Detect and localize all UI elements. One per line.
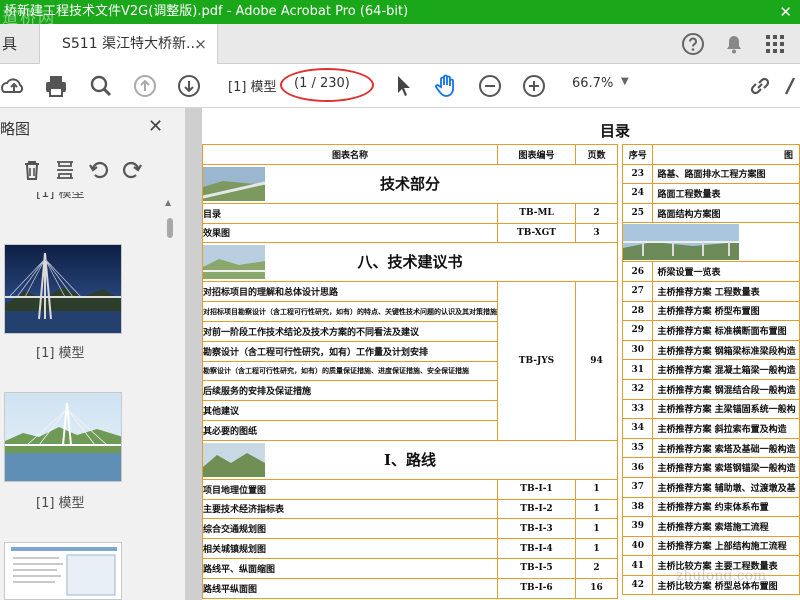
header-no: 序号 [621,144,654,165]
merged-code-cell: TB-JYS [497,281,576,441]
bell-icon[interactable] [721,31,747,57]
toc-table-right: 序号 图 23 路基、路面排水工程方案图 24 路面工程数量表 25 路面结构方案图 … [621,144,800,596]
window-title-bar: 桥新建工程技术文件V2G(调整版).pdf - Adobe Acrobat Pr… [0,0,800,24]
window-close-button[interactable]: ✕ [779,0,792,24]
section-row: 八、技术建议书 [202,242,618,283]
find-zoom-icon[interactable] [87,72,115,100]
page-thumbnail-2[interactable] [4,392,122,482]
thumbnail-label-1: [1] 模型 [36,346,85,361]
tab-tools[interactable]: 具 [0,24,40,64]
thumbnail-label-2: [1] 模型 [36,496,85,511]
section-title: 技术部分 [379,174,440,193]
table-row: 33 主桥推荐方案 主梁锚固系统一般构 [621,398,800,420]
table-header-row: 图表名称 图表编号 页数 [202,144,618,165]
toc-title: 目录 [600,122,631,140]
table-row: 34 主桥推荐方案 斜拉索布置及构造 [621,418,800,439]
tab-close-button[interactable]: × [194,24,207,64]
table-row: 36 主桥推荐方案 索塔钢锚梁一般构造 [621,457,800,478]
table-row: 35 主桥推荐方案 索塔及基础一般构造 [621,437,800,459]
zoom-level[interactable]: 66.7% [572,76,613,91]
table-row: 项目地理位置图 TB-I-1 1 [202,478,618,500]
document-thumbnail-image-3 [5,543,121,599]
bridge-section-photo [623,224,739,261]
panel-title: 略图 [0,120,31,138]
hand-tool-icon[interactable] [432,72,460,100]
table-row: 主要技术经济指标表 TB-I-2 1 [202,498,618,520]
toc-table-left: 图表名称 图表编号 页数 技术部分 目录 TB-ML 2 效果图 TB-XGT 3 八、… [202,144,618,599]
table-row: 29 主桥推荐方案 标准横断面布置图 [621,320,800,341]
section-row: 技术部分 [202,163,618,204]
scroll-up-arrow-icon[interactable]: ▲ [165,198,171,207]
table-row: 28 主桥推荐方案 桥型布置图 [621,300,800,322]
section-title: I、路线 [383,450,437,469]
corner-watermark: zhulong.com [676,568,767,584]
table-row: 31 主桥推荐方案 混凝土箱梁一般构造 [621,359,800,380]
table-row: 39 主桥推荐方案 索塔施工流程 [621,516,800,537]
header-code: 图表编号 [497,144,576,165]
link-icon[interactable] [746,72,774,100]
table-row: 40 主桥推荐方案 上部结构施工流程 [621,535,800,557]
zoom-in-icon[interactable] [520,72,548,100]
section-row: I、路线 [202,439,618,480]
table-row: 综合交通规划图 TB-I-3 1 [202,518,618,540]
previous-page-icon[interactable] [131,72,159,100]
help-icon[interactable] [680,31,706,57]
bridge-thumbnail-image-2 [5,393,121,481]
table-row: 37 主桥推荐方案 辅助墩、过渡墩及基 [621,476,800,498]
table-row: 路线平、纵面缩图 TB-I-5 2 [202,557,618,579]
page-thumbnail-1[interactable] [4,244,122,334]
table-row: 26 桥梁设置一览表 [621,261,800,282]
table-row: 30 主桥推荐方案 钢箱梁标准梁段构造 [621,339,800,361]
document-tab-label: S511 渠江特大桥新... [62,36,200,52]
rotate-cw-icon[interactable] [120,158,144,182]
table-row: 目录 TB-ML 2 [202,202,618,224]
bridge-thumbnail-image-1 [5,245,121,333]
pdf-page: 目录 图表名称 图表编号 页数 技术部分 目录 TB-ML 2 效果图 TB-XGT 3… [202,108,800,600]
rotate-ccw-icon[interactable] [87,158,111,182]
table-row: 25 路面结构方案图 [621,202,800,224]
table-row: 路线平纵面图 TB-I-6 16 [202,577,618,599]
trash-icon[interactable] [20,158,44,182]
merged-page-cell: 94 [575,281,618,441]
cloud-upload-icon[interactable] [0,72,28,100]
table-row: 27 主桥推荐方案 工程数量表 [621,280,800,302]
print-icon[interactable] [42,72,70,100]
table-row: 相关城镇规划图 TB-I-4 1 [202,538,618,559]
watermark: 道桥网 [2,8,57,24]
table-row: 32 主桥推荐方案 钢混结合段一般构造 [621,378,800,400]
insert-pages-icon[interactable] [53,158,77,182]
page-thumbnail-3[interactable] [4,542,122,600]
highlight-oval [280,68,374,102]
section-title: 八、技术建议书 [357,253,463,272]
table-row: 24 路面工程数量表 [621,183,800,204]
share-icon[interactable] [782,72,800,100]
header-name: 图表名称 [202,144,498,165]
thumbnail-label-partial: [1] 模型 [36,192,85,201]
table-row: 38 主桥推荐方案 约束体系布置 [621,496,800,518]
thumbnail-scrollbar[interactable] [164,194,176,600]
table-row: 23 路基、路面排水工程方案图 [621,163,800,185]
table-row: 对招标项目的理解和总体设计思路 TB-JYS 94 [202,281,618,441]
table-row: 效果图 TB-XGT 3 [202,222,618,244]
header-name-right: 图 [652,144,800,165]
scrollbar-thumb[interactable] [167,218,173,238]
window-title: 桥新建工程技术文件V2G(调整版).pdf - Adobe Acrobat Pr… [4,4,409,19]
page-thumbnails-panel: 略图 ✕ [1] 模型 [1] 模型 [1] 模型 ▲ [0,108,186,600]
select-cursor-icon[interactable] [390,72,418,100]
document-tab[interactable]: S511 渠江特大桥新... × [40,24,218,64]
table-header-row: 序号 图 [621,144,800,165]
panel-close-button[interactable]: ✕ [148,116,163,137]
page-label-field[interactable]: [1] 模型 [228,76,277,95]
section-image-row [622,222,800,263]
next-page-icon[interactable] [175,72,203,100]
tab-bar: 具 S511 渠江特大桥新... × [0,24,800,64]
zoom-dropdown-icon[interactable]: ▼ [621,76,629,87]
zoom-out-icon[interactable] [476,72,504,100]
apps-grid-icon[interactable] [762,31,788,57]
main-toolbar: [1] 模型 (1 / 230) 66.7% ▼ [0,64,800,108]
header-page: 页数 [575,144,618,165]
